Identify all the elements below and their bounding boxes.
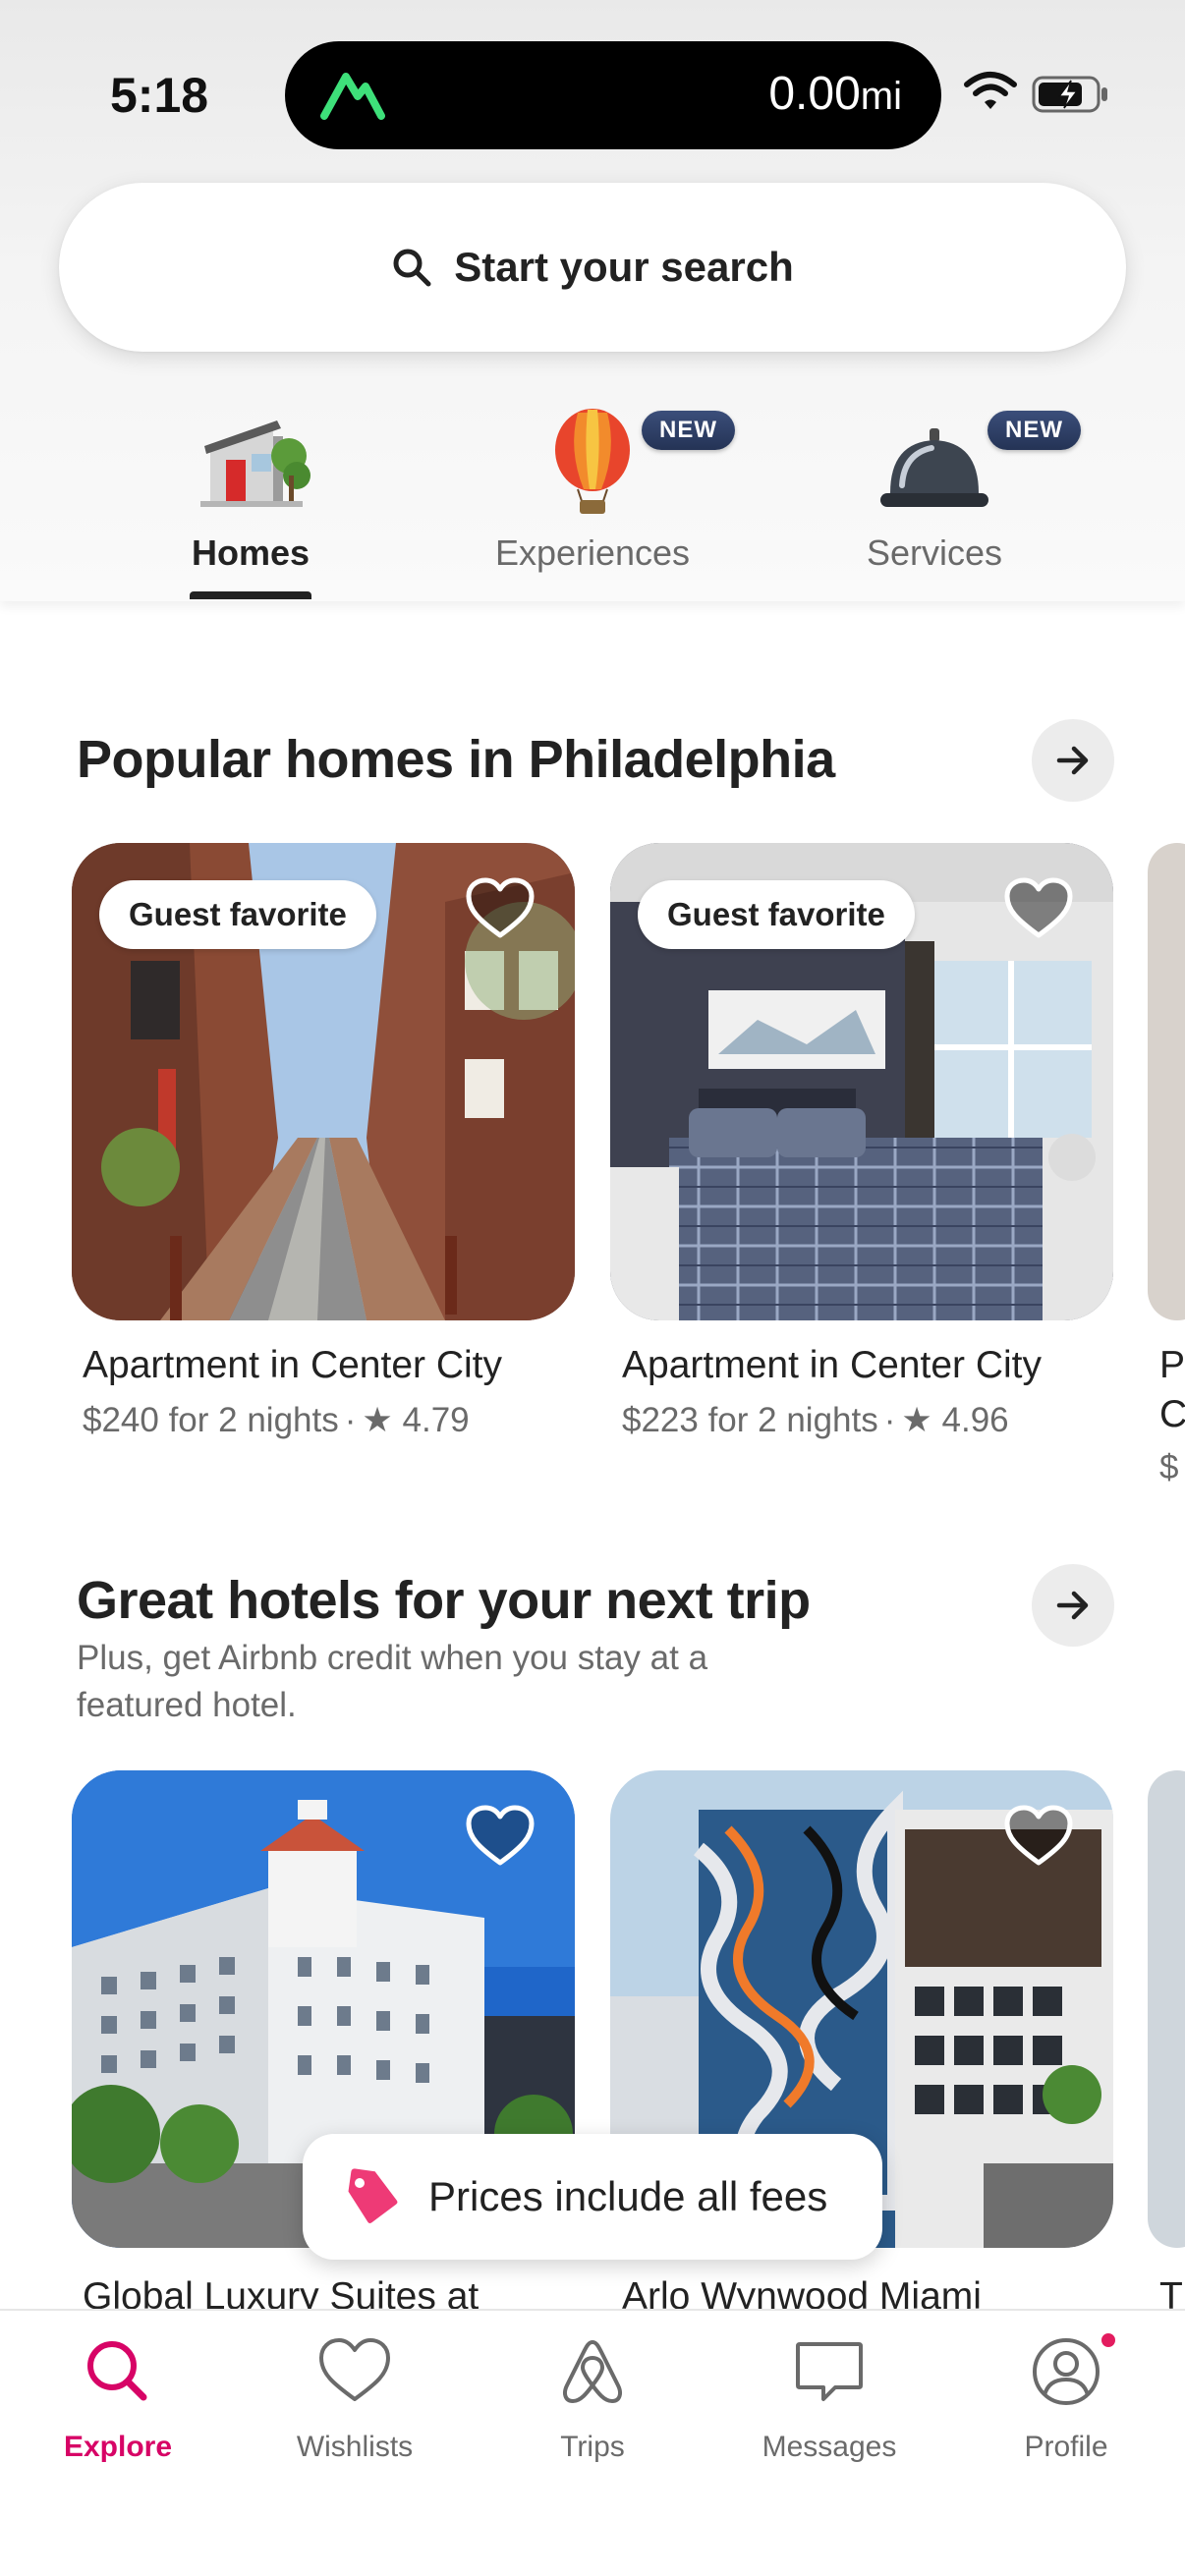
- wifi-icon: [964, 72, 1017, 109]
- new-badge: NEW: [642, 411, 735, 450]
- tab-experiences-label: Experiences: [494, 532, 691, 573]
- popular-see-all-button[interactable]: [1032, 719, 1114, 802]
- nav-wishlists-label: Wishlists: [296, 2431, 414, 2463]
- house-icon: [200, 420, 310, 507]
- nav-wishlists[interactable]: Wishlists: [256, 2334, 453, 2472]
- listing-meta: $240 for 2 nights · ★ 4.79: [83, 1401, 470, 1439]
- hotel-card-peek[interactable]: [1148, 1770, 1185, 2248]
- guest-favorite-badge: Guest favorite: [638, 880, 915, 949]
- tab-experiences[interactable]: NEW Experiences: [445, 403, 740, 599]
- tab-homes-label: Homes: [191, 532, 310, 573]
- heart-icon: [319, 2338, 390, 2401]
- arrow-right-icon: [1056, 746, 1089, 775]
- listing-rating: ★ 4.79: [362, 1401, 470, 1439]
- nav-trips-label: Trips: [560, 2431, 625, 2463]
- heart-icon[interactable]: [465, 876, 536, 941]
- listing-rating: ★ 4.96: [901, 1401, 1009, 1439]
- prices-toast[interactable]: Prices include all fees: [303, 2134, 882, 2260]
- listing-price-partial: $: [1159, 1448, 1179, 1486]
- distance-value: 0.00: [768, 68, 861, 120]
- listing-card-image[interactable]: Guest favorite: [72, 843, 575, 1320]
- listing-price: $240 for 2 nights: [83, 1401, 339, 1439]
- listing-title: Apartment in Center City: [83, 1344, 503, 1386]
- guest-favorite-badge: Guest favorite: [99, 880, 376, 949]
- status-time: 5:18: [110, 68, 209, 123]
- distance-readout: 0.00mi: [768, 67, 902, 121]
- tab-active-indicator: [190, 591, 311, 599]
- heart-icon[interactable]: [1003, 876, 1074, 941]
- hot-air-balloon-icon: [555, 409, 630, 514]
- tab-services-label: Services: [866, 532, 1003, 573]
- hotels-see-all-button[interactable]: [1032, 1564, 1114, 1647]
- airbnb-logo-icon: [563, 2340, 622, 2403]
- search-icon: [393, 249, 431, 287]
- tab-homes[interactable]: Homes: [103, 403, 398, 599]
- section-subtitle-hotels: Plus, get Airbnb credit when you stay at…: [77, 1639, 708, 1724]
- tab-services[interactable]: NEW Services: [787, 403, 1082, 599]
- search-label: Start your search: [454, 244, 794, 290]
- profile-icon: [1033, 2338, 1100, 2405]
- mountain-app-icon: [320, 73, 385, 120]
- message-icon: [796, 2342, 863, 2401]
- listing-card-peek[interactable]: [1148, 843, 1185, 1320]
- heart-icon[interactable]: [1003, 1804, 1074, 1869]
- service-bell-icon: [880, 428, 988, 507]
- distance-unit: mi: [860, 75, 902, 118]
- heart-icon[interactable]: [465, 1804, 536, 1869]
- listing-title-partial: C: [1159, 1393, 1185, 1435]
- nav-messages-label: Messages: [762, 2431, 897, 2463]
- search-icon: [87, 2341, 147, 2401]
- nav-messages[interactable]: Messages: [731, 2334, 928, 2472]
- arrow-right-icon: [1056, 1591, 1089, 1620]
- price-tag-icon: [348, 2168, 398, 2224]
- toast-label: Prices include all fees: [428, 2173, 828, 2219]
- section-title-popular: Popular homes in Philadelphia: [77, 730, 835, 789]
- listing-title: Apartment in Center City: [622, 1344, 1043, 1386]
- listing-meta: $223 for 2 nights · ★ 4.96: [622, 1401, 1009, 1439]
- dynamic-island[interactable]: 0.00mi: [285, 41, 941, 149]
- nav-trips[interactable]: Trips: [494, 2334, 691, 2472]
- section-title-hotels: Great hotels for your next trip: [77, 1571, 811, 1630]
- nav-explore[interactable]: Explore: [20, 2334, 216, 2472]
- listing-title-partial: P: [1159, 1344, 1185, 1386]
- battery-icon: [1032, 76, 1107, 113]
- nav-profile-label: Profile: [1024, 2431, 1108, 2463]
- listing-price: $223 for 2 nights: [622, 1401, 878, 1439]
- search-bar[interactable]: Start your search: [59, 183, 1126, 352]
- nav-profile[interactable]: Profile: [968, 2334, 1164, 2472]
- nav-explore-label: Explore: [63, 2431, 173, 2463]
- notification-dot: [1099, 2330, 1118, 2350]
- new-badge: NEW: [988, 411, 1081, 450]
- listing-card-image[interactable]: Guest favorite: [610, 843, 1113, 1320]
